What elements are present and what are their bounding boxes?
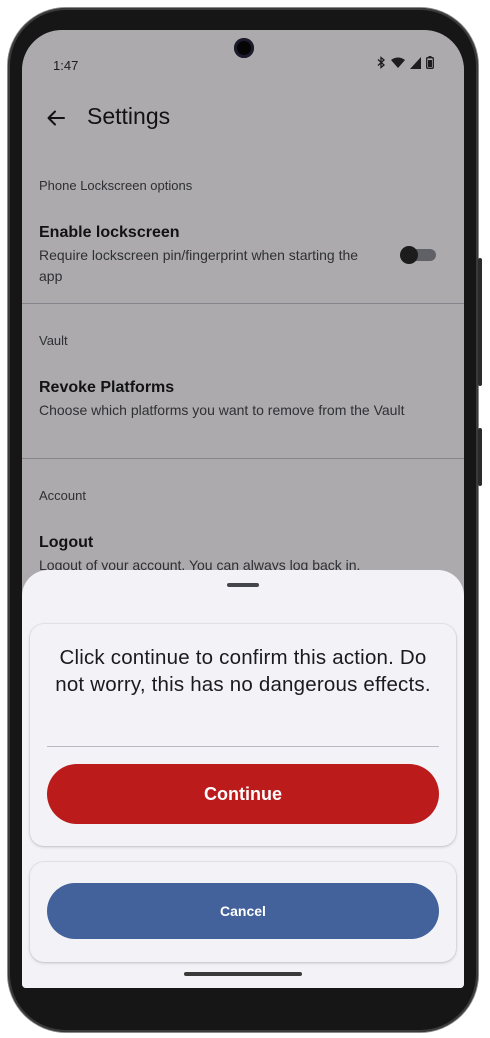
home-gesture-handle[interactable] — [184, 972, 302, 976]
volume-button — [478, 428, 482, 486]
continue-button[interactable]: Continue — [47, 764, 439, 824]
confirm-message: Click continue to confirm this action. D… — [55, 646, 431, 696]
drag-handle[interactable] — [227, 583, 259, 587]
front-camera — [234, 38, 254, 58]
gesture-nav-bar — [22, 964, 464, 988]
confirm-card: Click continue to confirm this action. D… — [30, 624, 456, 846]
screen: 1:47 Settings Phone Lockscreen options E… — [22, 30, 464, 988]
power-button — [478, 258, 482, 386]
cancel-card: Cancel — [30, 862, 456, 962]
card-divider — [47, 746, 439, 747]
bottom-sheet: Click continue to confirm this action. D… — [22, 570, 464, 988]
cancel-button[interactable]: Cancel — [47, 883, 439, 939]
